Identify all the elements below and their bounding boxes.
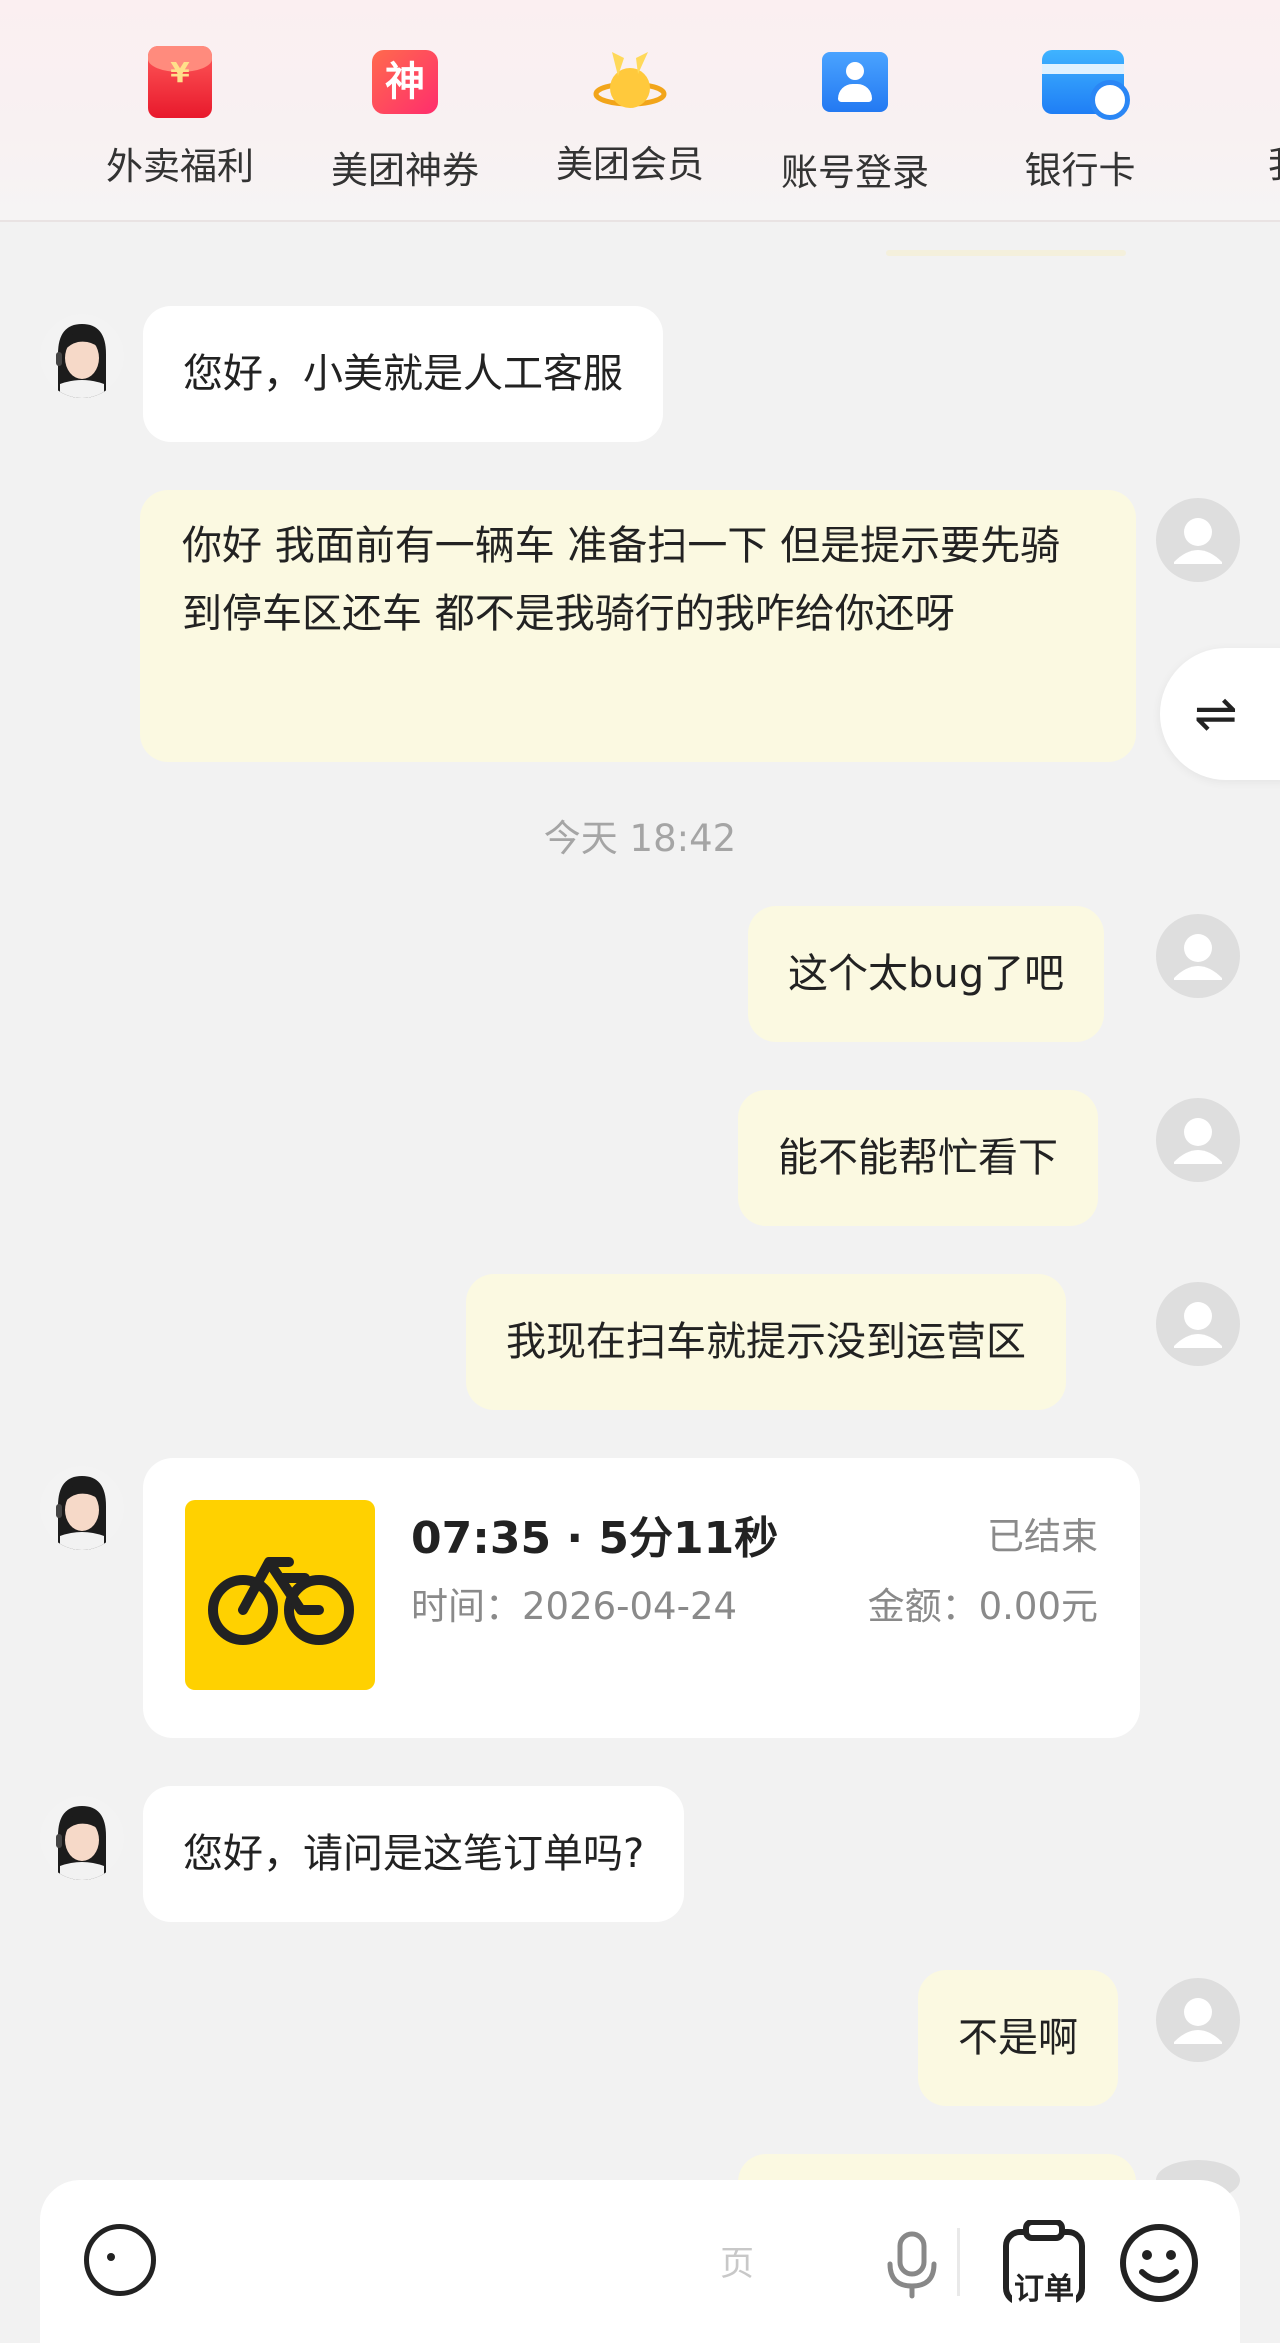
quick-service-label: 美团神券 [331,149,479,192]
user-message: 不是啊 [918,1970,1118,2106]
order-card[interactable]: 07:35 · 5分11秒 已结束 时间：2026-04-24 金额：0.00元 [143,1458,1140,1738]
quick-service-bar: ¥ 外卖福利 神 美团神券 美团会员 账号登录 银行卡 我要 [0,0,1280,222]
order-amount: 金额：0.00元 [867,1585,1098,1628]
quick-service-label: 银行卡 [1024,149,1136,192]
input-bar: 页 订单 [40,2180,1240,2343]
user-message: 我现在扫车就提示没到运营区 [466,1274,1066,1410]
order-title: 07:35 · 5分11秒 [411,1513,779,1564]
order-status: 已结束 [987,1515,1098,1558]
quick-service-label: 美团会员 [556,143,704,186]
agent-avatar[interactable] [40,314,124,398]
user-message: 能不能帮忙看下 [738,1090,1098,1226]
swap-icon: ⇌ [1194,684,1238,744]
agent-avatar[interactable] [40,1466,124,1550]
bank-card-icon [1042,50,1130,126]
quick-service-label: 账号登录 [781,151,929,194]
message-timestamp: 今天 18:42 [543,817,737,860]
member-icon [592,44,668,120]
voice-toggle-icon[interactable] [84,2224,156,2296]
user-message: 这个太bug了吧 [748,906,1105,1042]
quick-service-bank-card[interactable]: 银行卡 [980,44,1180,194]
agent-message: 您好，请问是这笔订单吗? [143,1786,685,1922]
order-button-label: 订单 [1012,2264,1076,2308]
quick-service-membership[interactable]: 美团会员 [530,44,730,188]
user-avatar[interactable] [1156,1978,1240,2062]
user-avatar[interactable] [1156,1098,1240,1182]
red-envelope-icon: ¥ [142,46,218,122]
quick-service-account-login[interactable]: 账号登录 [755,44,955,196]
user-avatar[interactable] [1156,914,1240,998]
agent-message: 您好，小美就是人工客服 [143,306,663,442]
quick-service-waimai-benefits[interactable]: ¥ 外卖福利 [80,44,280,190]
quick-service-label: 外卖福利 [106,145,254,188]
more-icon [1267,44,1280,120]
message-input[interactable]: 页 [720,2236,754,2285]
microphone-icon[interactable] [872,2224,952,2304]
emoji-icon[interactable] [1118,2222,1200,2304]
user-message: 你好 我面前有一辆车 准备扫一下 但是提示要先骑到停车区还车 都不是我骑行的我咋… [140,490,1136,762]
scroll-indicator [886,250,1126,256]
user-avatar[interactable] [1156,498,1240,582]
switch-button[interactable]: ⇌ [1160,648,1280,780]
bike-icon [185,1500,375,1690]
quick-service-coupons[interactable]: 神 美团神券 [305,44,505,194]
coupon-icon: 神 [367,50,443,126]
order-time: 时间：2026-04-24 [411,1585,738,1628]
order-button[interactable]: 订单 [998,2219,1090,2308]
quick-service-more[interactable]: 我要 [1205,44,1280,188]
account-login-icon [817,52,893,128]
quick-service-label: 我要 [1205,134,1280,188]
user-avatar[interactable] [1156,1282,1240,1366]
divider [957,2228,960,2296]
agent-avatar[interactable] [40,1796,124,1880]
